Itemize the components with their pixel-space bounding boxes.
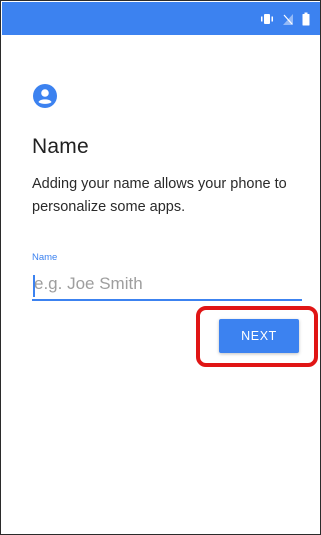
- page-description: Adding your name allows your phone to pe…: [32, 176, 287, 215]
- page-title: Name: [32, 135, 89, 158]
- text-cursor: [33, 275, 35, 297]
- phone-screen: Name Adding your name allows your phone …: [0, 0, 321, 535]
- next-button[interactable]: NEXT: [219, 319, 299, 353]
- status-bar: [2, 2, 320, 35]
- name-input[interactable]: [32, 271, 302, 301]
- status-icons: [260, 11, 310, 27]
- battery-icon: [302, 12, 310, 26]
- name-field-label: Name: [32, 252, 58, 263]
- vibrate-icon: [260, 12, 274, 26]
- account-circle-icon: [32, 83, 58, 109]
- signal-icon: [282, 12, 294, 26]
